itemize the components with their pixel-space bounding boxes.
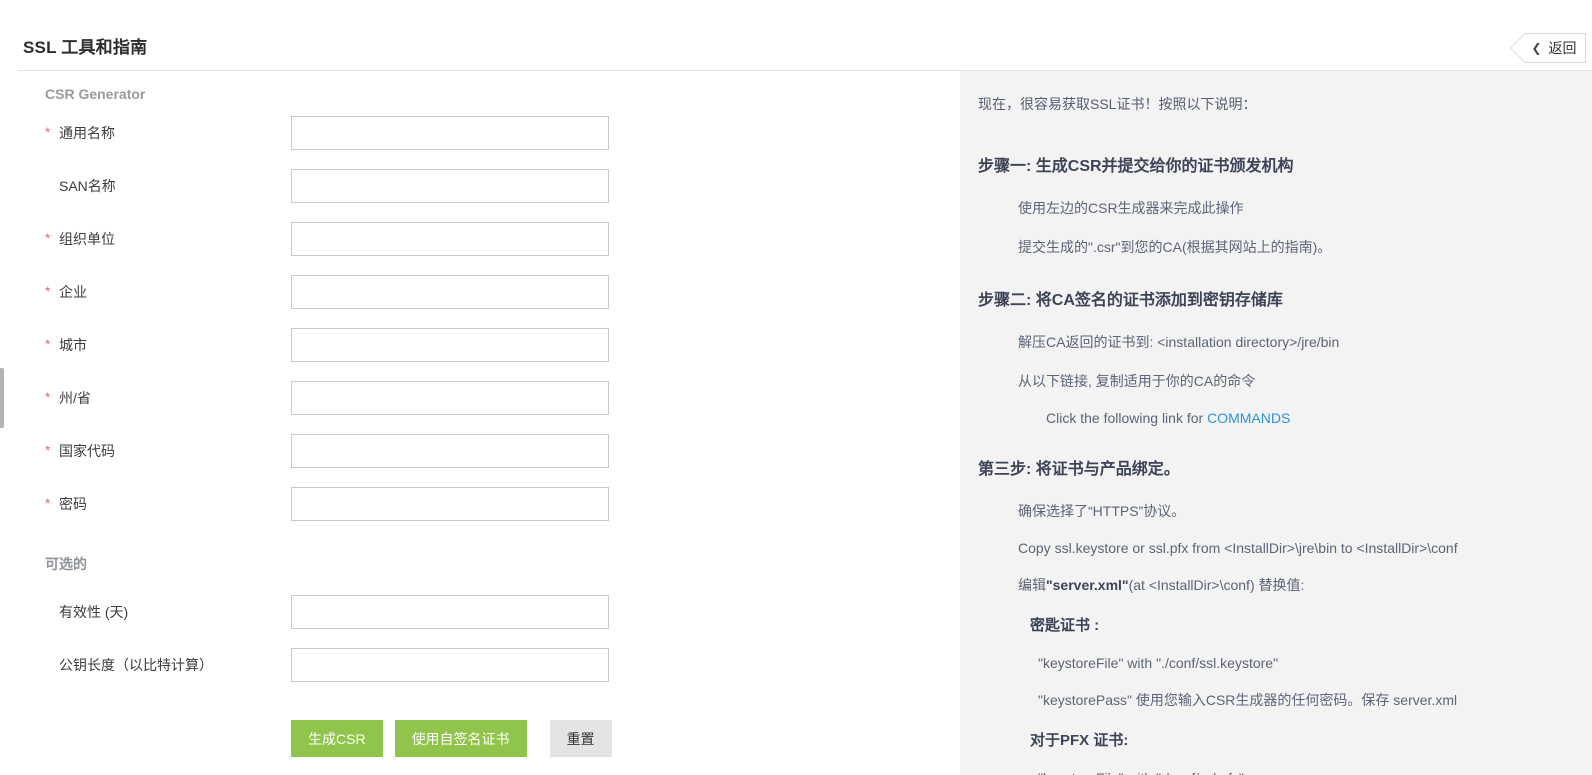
- self-signed-cert-button[interactable]: 使用自签名证书: [394, 720, 527, 757]
- csr-generator-section-title: CSR Generator: [45, 86, 146, 102]
- org-unit-input[interactable]: [291, 222, 609, 256]
- organization-input[interactable]: [291, 275, 609, 309]
- chevron-left-icon: ❮: [1531, 41, 1542, 55]
- required-marker: *: [45, 283, 51, 299]
- san-name-input[interactable]: [291, 169, 609, 203]
- country-code-label: 国家代码: [59, 443, 115, 459]
- form-row-common-name: * 通用名称: [45, 116, 960, 150]
- field-label: * 城市: [45, 335, 291, 355]
- step1-line-2: 提交生成的".csr"到您的CA(根据其网站上的指南)。: [1018, 239, 1332, 255]
- password-input[interactable]: [291, 487, 609, 521]
- field-label: * 密码: [45, 494, 291, 514]
- required-marker: *: [45, 495, 51, 511]
- form-actions: 生成CSR 使用自签名证书 重置: [291, 720, 960, 757]
- page-title: SSL 工具和指南: [23, 38, 148, 57]
- ssl-guide-panel: 现在，很容易获取SSL证书！按照以下说明： 步骤一: 生成CSR并提交给你的证书…: [960, 71, 1592, 775]
- form-row-city: * 城市: [45, 328, 960, 362]
- keystore-line-1: "keystoreFile" with "./conf/ssl.keystore…: [1038, 655, 1279, 671]
- step3-heading: 第三步: 将证书与产品绑定。: [978, 461, 1180, 478]
- pfx-cert-heading: 对于PFX 证书:: [1030, 732, 1129, 749]
- required-marker: *: [45, 336, 51, 352]
- country-code-input[interactable]: [291, 434, 609, 468]
- step3-copy-line: Copy ssl.keystore or ssl.pfx from <Insta…: [1018, 540, 1458, 556]
- field-label: * 通用名称: [45, 123, 291, 143]
- city-label: 城市: [59, 337, 87, 353]
- required-marker: *: [45, 389, 51, 405]
- page-header: SSL 工具和指南 ❮ 返回: [0, 0, 1592, 71]
- required-marker: *: [45, 442, 51, 458]
- step1-heading: 步骤一: 生成CSR并提交给你的证书颁发机构: [978, 158, 1294, 175]
- csr-generator-form: CSR Generator * 通用名称 SAN名称 * 组织单位 * 企业 *…: [0, 71, 960, 775]
- field-label: SAN名称: [45, 176, 291, 196]
- common-name-label: 通用名称: [59, 125, 115, 141]
- step1-line-1: 使用左边的CSR生成器来完成此操作: [1018, 200, 1244, 216]
- keystore-line-2: "keystorePass" 使用您输入CSR生成器的任何密码。保存 serve…: [1038, 692, 1458, 708]
- step3-https-line: 确保选择了“HTTPS”协议。: [1018, 503, 1186, 519]
- guide-intro: 现在，很容易获取SSL证书！按照以下说明：: [978, 96, 1257, 112]
- city-input[interactable]: [291, 328, 609, 362]
- form-row-state: * 州/省: [45, 381, 960, 415]
- required-marker: *: [45, 124, 51, 140]
- step2-heading: 步骤二: 将CA签名的证书添加到密钥存储库: [978, 292, 1283, 309]
- state-label: 州/省: [59, 390, 91, 406]
- form-row-password: * 密码: [45, 487, 960, 521]
- commands-link[interactable]: COMMANDS: [1207, 410, 1290, 426]
- link-prefix: Click the following link for: [1046, 410, 1208, 426]
- key-size-label: 公钥长度（以比特计算）: [59, 657, 213, 673]
- slide-panel-handle[interactable]: [0, 368, 4, 428]
- edit-suffix: (at <InstallDir>\conf) 替换值:: [1128, 577, 1305, 593]
- keystore-cert-heading: 密匙证书 :: [1030, 617, 1100, 634]
- san-name-label: SAN名称: [59, 178, 116, 194]
- server-xml-bold: "server.xml": [1046, 577, 1129, 593]
- key-size-input[interactable]: [291, 648, 609, 682]
- required-marker: *: [45, 230, 51, 246]
- header-divider: [18, 70, 1592, 71]
- field-label: * 企业: [45, 282, 291, 302]
- validity-days-label: 有效性 (天): [59, 604, 129, 620]
- form-row-org-unit: * 组织单位: [45, 222, 960, 256]
- field-label: * 国家代码: [45, 441, 291, 461]
- form-row-key-size: 公钥长度（以比特计算）: [45, 648, 960, 682]
- reset-button[interactable]: 重置: [549, 720, 612, 757]
- optional-section-title: 可选的: [45, 556, 87, 572]
- validity-days-input[interactable]: [291, 595, 609, 629]
- password-label: 密码: [59, 496, 87, 512]
- form-row-organization: * 企业: [45, 275, 960, 309]
- step2-line-1: 解压CA返回的证书到: <installation directory>/jre…: [1018, 334, 1340, 350]
- form-row-country-code: * 国家代码: [45, 434, 960, 468]
- generate-csr-button[interactable]: 生成CSR: [291, 720, 383, 757]
- step3-edit-line: 编辑"server.xml"(at <InstallDir>\conf) 替换值…: [1018, 575, 1576, 595]
- field-label: * 组织单位: [45, 229, 291, 249]
- pfx-line-1: "keystoreFile" with "./conf/ssl.pfx": [1038, 770, 1576, 775]
- org-unit-label: 组织单位: [59, 231, 115, 247]
- step2-line-2: 从以下链接, 复制适用于你的CA的命令: [1018, 373, 1256, 389]
- back-button[interactable]: ❮ 返回: [1510, 33, 1586, 63]
- state-input[interactable]: [291, 381, 609, 415]
- common-name-input[interactable]: [291, 116, 609, 150]
- back-button-label: 返回: [1548, 40, 1577, 56]
- form-row-san-name: SAN名称: [45, 169, 960, 203]
- field-label: 公钥长度（以比特计算）: [45, 655, 291, 675]
- step2-link-line: Click the following link for COMMANDS: [1046, 410, 1576, 426]
- edit-prefix: 编辑: [1018, 577, 1046, 593]
- organization-label: 企业: [59, 284, 87, 300]
- field-label: * 州/省: [45, 388, 291, 408]
- field-label: 有效性 (天): [45, 602, 291, 622]
- form-row-validity-days: 有效性 (天): [45, 595, 960, 629]
